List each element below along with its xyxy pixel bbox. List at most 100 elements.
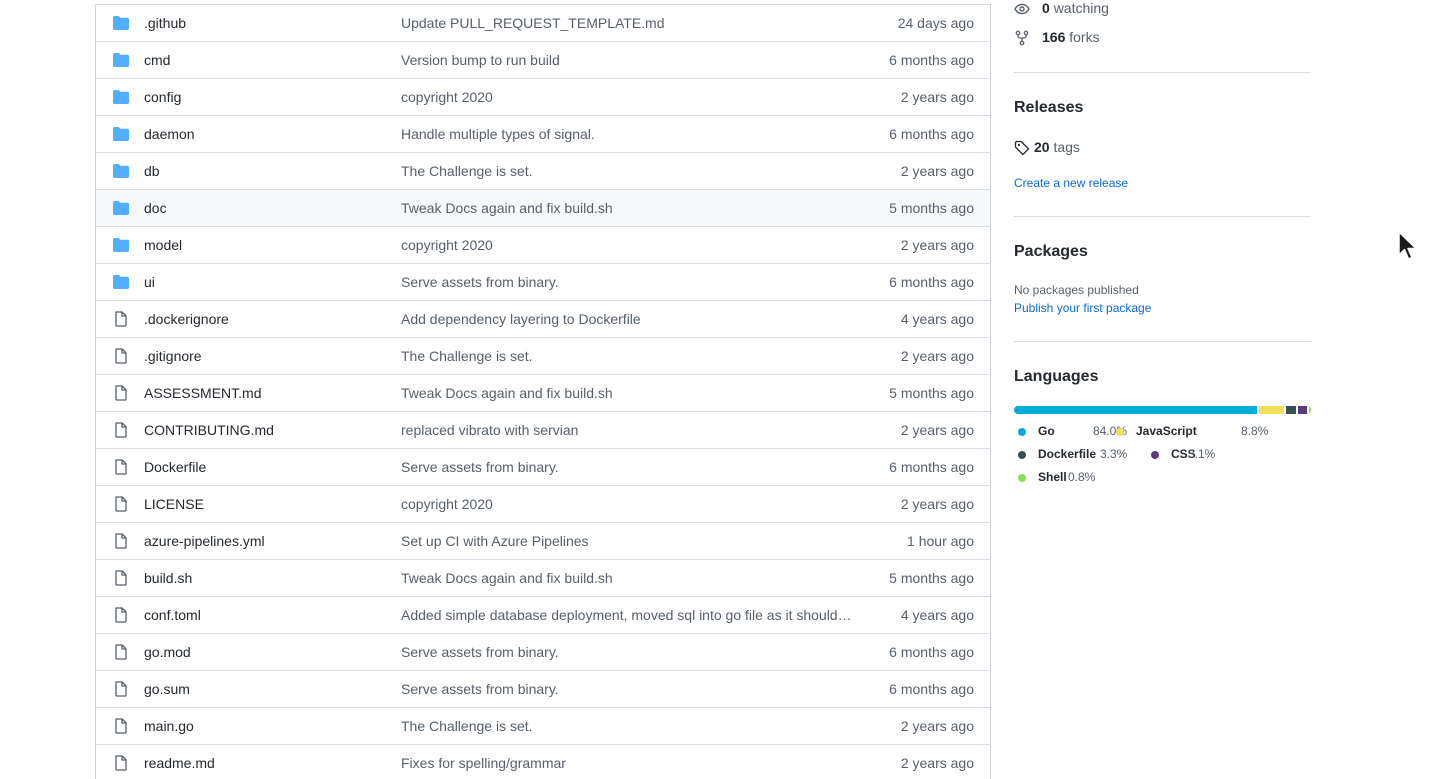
file-name-link[interactable]: model bbox=[144, 237, 182, 253]
file-row[interactable]: daemon Handle multiple types of signal. 6 … bbox=[96, 116, 990, 153]
commit-message-link[interactable]: Tweak Docs again and fix build.sh bbox=[401, 385, 853, 401]
releases-heading[interactable]: Releases bbox=[1014, 99, 1083, 117]
file-name-link[interactable]: .gitignore bbox=[144, 348, 202, 364]
language-percent: 3.1% bbox=[1188, 447, 1216, 461]
commit-message-link[interactable]: Handle multiple types of signal. bbox=[401, 126, 853, 142]
file-row[interactable]: go.sum Serve assets from binary. 6 months … bbox=[96, 671, 990, 708]
file-name-link[interactable]: ui bbox=[144, 274, 155, 290]
file-row[interactable]: config copyright 2020 2 years ago bbox=[96, 79, 990, 116]
folder-icon bbox=[113, 275, 129, 289]
file-name-link[interactable]: daemon bbox=[144, 126, 195, 142]
commit-age: 4 years ago bbox=[900, 311, 974, 327]
file-name-link[interactable]: ASSESSMENT.md bbox=[144, 385, 261, 401]
commit-message-link[interactable]: Version bump to run build bbox=[401, 52, 853, 68]
file-name-link[interactable]: azure-pipelines.yml bbox=[144, 533, 265, 549]
file-icon bbox=[115, 311, 127, 327]
forks-count: 166 bbox=[1042, 29, 1066, 45]
file-icon bbox=[115, 607, 127, 623]
language-name: Go bbox=[1038, 424, 1055, 438]
file-name-link[interactable]: conf.toml bbox=[144, 607, 201, 623]
commit-message-link[interactable]: Update PULL_REQUEST_TEMPLATE.md bbox=[401, 15, 853, 31]
commit-message-link[interactable]: The Challenge is set. bbox=[401, 348, 853, 364]
file-row[interactable]: .github Update PULL_REQUEST_TEMPLATE.md 24… bbox=[96, 5, 990, 42]
language-bar-segment[interactable] bbox=[1297, 406, 1307, 414]
commit-message-link[interactable]: Serve assets from binary. bbox=[401, 681, 853, 697]
commit-message-link[interactable]: Serve assets from binary. bbox=[401, 644, 853, 660]
file-icon bbox=[115, 570, 127, 586]
file-row[interactable]: azure-pipelines.yml Set up CI with Azure … bbox=[96, 523, 990, 560]
commit-message-link[interactable]: copyright 2020 bbox=[401, 496, 853, 512]
commit-message-link[interactable]: replaced vibrato with servian bbox=[401, 422, 853, 438]
language-bar[interactable] bbox=[1014, 406, 1311, 414]
file-row[interactable]: db The Challenge is set. 2 years ago bbox=[96, 153, 990, 190]
file-name-link[interactable]: LICENSE bbox=[144, 496, 204, 512]
file-name-link[interactable]: readme.md bbox=[144, 755, 215, 771]
file-name-link[interactable]: cmd bbox=[144, 52, 170, 68]
file-row[interactable]: ui Serve assets from binary. 6 months ago bbox=[96, 264, 990, 301]
commit-message-link[interactable]: Add dependency layering to Dockerfile bbox=[401, 311, 853, 327]
language-bar-segment[interactable] bbox=[1308, 406, 1311, 414]
repo-page: .github Update PULL_REQUEST_TEMPLATE.md 24… bbox=[0, 0, 1455, 779]
file-name-link[interactable]: main.go bbox=[144, 718, 194, 734]
commit-message-link[interactable]: Serve assets from binary. bbox=[401, 274, 853, 290]
file-name-link[interactable]: .github bbox=[144, 15, 186, 31]
commit-age: 6 months ago bbox=[889, 274, 974, 290]
commit-age: 2 years ago bbox=[900, 237, 974, 253]
commit-message-link[interactable]: The Challenge is set. bbox=[401, 163, 853, 179]
commit-message-link[interactable]: Tweak Docs again and fix build.sh bbox=[401, 200, 853, 216]
file-row[interactable]: readme.md Fixes for spelling/grammar 2 yea… bbox=[96, 745, 990, 779]
publish-package-link[interactable]: Publish your first package bbox=[1014, 301, 1151, 315]
commit-message-link[interactable]: Tweak Docs again and fix build.sh bbox=[401, 570, 853, 586]
commit-age: 24 days ago bbox=[897, 15, 974, 31]
file-name-link[interactable]: Dockerfile bbox=[144, 459, 206, 475]
language-color-dot bbox=[1018, 451, 1026, 459]
create-release-link[interactable]: Create a new release bbox=[1014, 176, 1128, 190]
file-row[interactable]: CONTRIBUTING.md replaced vibrato with ser… bbox=[96, 412, 990, 449]
file-row[interactable]: Dockerfile Serve assets from binary. 6 mon… bbox=[96, 449, 990, 486]
commit-message-link[interactable]: Added simple database deployment, moved … bbox=[401, 607, 853, 623]
file-row[interactable]: .dockerignore Add dependency layering to … bbox=[96, 301, 990, 338]
commit-age: 4 years ago bbox=[900, 607, 974, 623]
language-percent: 8.8% bbox=[1241, 424, 1269, 438]
file-row[interactable]: main.go The Challenge is set. 2 years ago bbox=[96, 708, 990, 745]
eye-icon bbox=[1014, 3, 1030, 15]
commit-message-link[interactable]: The Challenge is set. bbox=[401, 718, 853, 734]
no-packages-text: No packages published bbox=[1014, 283, 1139, 297]
language-name: Dockerfile bbox=[1038, 447, 1097, 461]
file-name-link[interactable]: CONTRIBUTING.md bbox=[144, 422, 274, 438]
file-row[interactable]: go.mod Serve assets from binary. 6 months … bbox=[96, 634, 990, 671]
file-row[interactable]: cmd Version bump to run build 6 months ago bbox=[96, 42, 990, 79]
language-bar-segment[interactable] bbox=[1258, 406, 1285, 414]
file-row[interactable]: model copyright 2020 2 years ago bbox=[96, 227, 990, 264]
tags-label: tags bbox=[1053, 139, 1080, 155]
file-name-link[interactable]: config bbox=[144, 89, 181, 105]
file-name-link[interactable]: build.sh bbox=[144, 570, 192, 586]
file-name-link[interactable]: .dockerignore bbox=[144, 311, 229, 327]
file-name-link[interactable]: doc bbox=[144, 200, 167, 216]
commit-message-link[interactable]: copyright 2020 bbox=[401, 237, 853, 253]
file-icon bbox=[115, 755, 127, 771]
commit-age: 6 months ago bbox=[889, 644, 974, 660]
file-row[interactable]: ASSESSMENT.md Tweak Docs again and fix bu… bbox=[96, 375, 990, 412]
commit-age: 2 years ago bbox=[900, 422, 974, 438]
commit-age: 2 years ago bbox=[900, 163, 974, 179]
commit-message-link[interactable]: Serve assets from binary. bbox=[401, 459, 853, 475]
file-name-link[interactable]: db bbox=[144, 163, 160, 179]
language-bar-segment[interactable] bbox=[1286, 406, 1296, 414]
language-bar-segment[interactable] bbox=[1014, 406, 1257, 414]
language-color-dot bbox=[1018, 474, 1026, 482]
file-icon bbox=[115, 718, 127, 734]
file-row[interactable]: .gitignore The Challenge is set. 2 years a… bbox=[96, 338, 990, 375]
commit-message-link[interactable]: Set up CI with Azure Pipelines bbox=[401, 533, 853, 549]
file-row[interactable]: conf.toml Added simple database deploymen… bbox=[96, 597, 990, 634]
watchers-count: 0 bbox=[1042, 0, 1050, 16]
file-row[interactable]: build.sh Tweak Docs again and fix build.s… bbox=[96, 560, 990, 597]
file-row[interactable]: doc Tweak Docs again and fix build.sh 5 mo… bbox=[96, 190, 990, 227]
commit-age: 6 months ago bbox=[889, 52, 974, 68]
file-row[interactable]: LICENSE copyright 2020 2 years ago bbox=[96, 486, 990, 523]
packages-heading[interactable]: Packages bbox=[1014, 243, 1088, 261]
commit-message-link[interactable]: Fixes for spelling/grammar bbox=[401, 755, 853, 771]
file-name-link[interactable]: go.sum bbox=[144, 681, 190, 697]
commit-message-link[interactable]: copyright 2020 bbox=[401, 89, 853, 105]
file-name-link[interactable]: go.mod bbox=[144, 644, 191, 660]
